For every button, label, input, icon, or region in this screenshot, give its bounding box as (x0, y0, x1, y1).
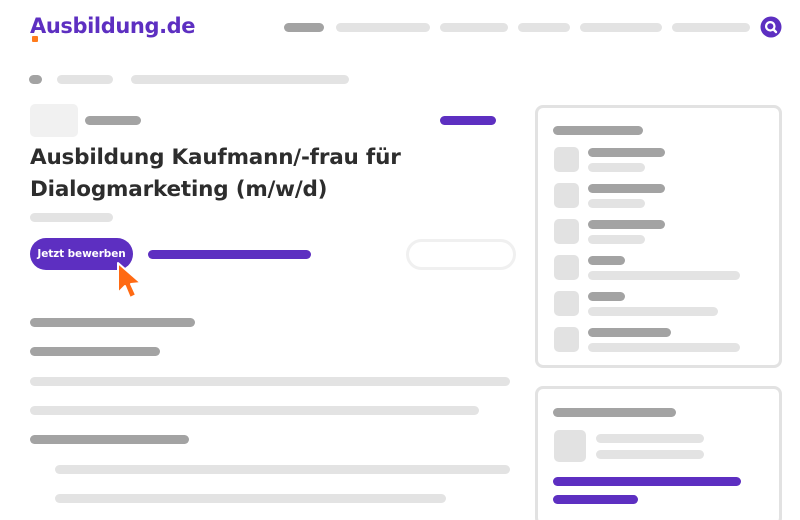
fact-icon (554, 327, 579, 352)
fact-value (588, 271, 740, 280)
content-list-item (55, 494, 446, 503)
nav-item-1[interactable] (284, 23, 324, 32)
content-line (30, 377, 510, 386)
card-heading (553, 408, 676, 417)
content-heading (30, 435, 189, 444)
site-logo[interactable]: Ausbildung.de (30, 14, 196, 42)
mouse-pointer-icon (117, 262, 142, 299)
company-card-link[interactable] (553, 495, 638, 504)
secondary-button[interactable] (406, 239, 516, 270)
facts-card (535, 105, 782, 368)
nav-item-2[interactable] (336, 23, 430, 32)
fact-value (588, 199, 645, 208)
job-subtitle (30, 213, 113, 222)
nav-item-4[interactable] (518, 23, 570, 32)
company-card-line (596, 434, 704, 443)
company-card (535, 386, 782, 520)
fact-label (588, 220, 665, 229)
fact-icon (554, 291, 579, 316)
company-name[interactable] (85, 116, 141, 125)
content-line (30, 406, 479, 415)
fact-value (588, 235, 645, 244)
fact-icon (554, 219, 579, 244)
fact-label (588, 256, 625, 265)
card-heading (553, 126, 643, 135)
content-subheading (30, 347, 160, 356)
content-heading (30, 318, 195, 327)
fact-label (588, 292, 625, 301)
fact-value (588, 343, 740, 352)
fact-icon (554, 183, 579, 208)
nav-item-6[interactable] (672, 23, 750, 32)
job-title: Ausbildung Kaufmann/-frau für Dialogmark… (30, 145, 401, 202)
breadcrumb-item[interactable] (57, 75, 113, 84)
content-list-item (55, 465, 510, 474)
nav-item-3[interactable] (440, 23, 508, 32)
action-link[interactable] (148, 250, 311, 259)
company-card-logo (554, 430, 586, 462)
logo-text: Ausbildung.de (30, 14, 196, 38)
company-logo (30, 104, 78, 137)
fact-value (588, 163, 645, 172)
nav-item-5[interactable] (580, 23, 662, 32)
fact-icon (554, 255, 579, 280)
fact-label (588, 184, 665, 193)
fact-value (588, 307, 718, 316)
fact-label (588, 328, 671, 337)
company-card-line (596, 450, 704, 459)
company-link[interactable] (440, 116, 496, 125)
company-card-link[interactable] (553, 477, 741, 486)
fact-icon (554, 147, 579, 172)
fact-label (588, 148, 665, 157)
search-icon[interactable] (760, 16, 782, 38)
breadcrumb-home[interactable] (29, 75, 42, 84)
breadcrumb-current (131, 75, 349, 84)
